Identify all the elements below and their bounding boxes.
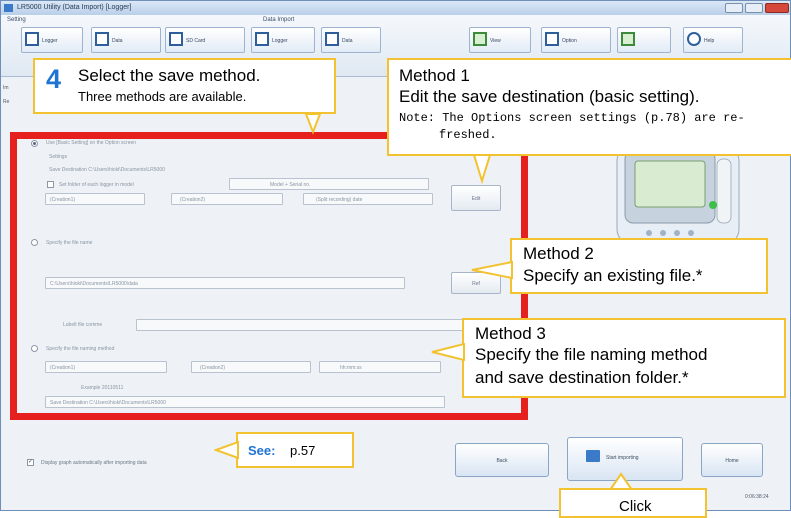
help-button[interactable]: Help	[683, 27, 743, 53]
note-label: Note:	[399, 111, 436, 125]
see-pointer	[214, 440, 239, 460]
step4-pointer	[304, 114, 322, 135]
sd-card-button[interactable]: SD Card	[165, 27, 245, 53]
method1-note: Note: The Options screen settings (p.78)…	[399, 111, 745, 125]
data-import-button[interactable]: Data	[321, 27, 381, 53]
title-bar: LR5000 Utility (Data Import) [Logger]	[1, 1, 790, 15]
method2-callout: Method 2 Specify an existing file.*	[510, 238, 768, 294]
method1-text: Edit the save destination (basic setting…	[399, 87, 700, 106]
data-icon	[95, 32, 109, 46]
data-setting-button[interactable]: Data	[91, 27, 161, 53]
maximize-button[interactable]	[745, 3, 763, 13]
method3-heading: Method 3	[475, 324, 546, 343]
logger-device-illustration	[616, 144, 740, 246]
method3-text2: and save destination folder.*	[475, 368, 689, 387]
method1-pointer	[472, 155, 492, 185]
display-graph-checkbox[interactable]	[27, 458, 34, 466]
extra-icon	[621, 32, 635, 46]
method2-pointer	[471, 260, 513, 280]
method1-note-continued: freshed.	[439, 128, 497, 142]
minimize-button[interactable]	[725, 3, 743, 13]
click-label: Click	[619, 498, 652, 515]
data-import-group-label: Data Import	[263, 17, 295, 23]
data-import-icon	[325, 32, 339, 46]
method1-callout: Method 1 Edit the save destination (basi…	[387, 58, 791, 156]
import-icon	[586, 450, 600, 462]
method3-pointer	[431, 342, 465, 362]
view-icon	[473, 32, 487, 46]
logger-import-icon	[255, 32, 269, 46]
step-title: Select the save method.	[78, 66, 261, 85]
note-text: The Options screen settings (p.78) are r…	[442, 111, 745, 125]
highlight-frame	[10, 132, 528, 420]
logger-icon	[25, 32, 39, 46]
close-button[interactable]	[765, 3, 789, 13]
method1-heading: Method 1	[399, 66, 470, 85]
method2-text: Specify an existing file.*	[523, 266, 703, 285]
extra-button[interactable]	[617, 27, 671, 53]
display-graph-label: Display graph automatically after import…	[41, 460, 147, 466]
method3-text: Specify the file naming method	[475, 345, 708, 364]
method2-heading: Method 2	[523, 244, 594, 263]
option-button[interactable]: Option	[541, 27, 611, 53]
click-callout: Click	[559, 488, 707, 518]
see-page: p.57	[290, 443, 316, 458]
step-subtitle: Three methods are available.	[78, 89, 247, 104]
logger-import-button[interactable]: Logger	[251, 27, 315, 53]
view-button[interactable]: View	[469, 27, 531, 53]
see-callout: See: p.57	[236, 432, 354, 468]
setting-group-label: Setting	[7, 17, 26, 23]
help-icon	[687, 32, 701, 46]
side-label-re: Re	[3, 99, 10, 105]
step-number: 4	[46, 64, 62, 94]
back-button[interactable]: Back	[455, 443, 549, 477]
sd-card-icon	[169, 32, 183, 46]
see-label: See:	[248, 443, 276, 458]
method3-callout: Method 3 Specify the file naming method …	[462, 318, 786, 398]
option-icon	[545, 32, 559, 46]
home-button[interactable]: Home	[701, 443, 763, 477]
logger-setting-button[interactable]: Logger	[21, 27, 83, 53]
time-readout: 0:06:38:24	[745, 494, 769, 500]
side-label-import: Im	[3, 85, 9, 91]
app-icon	[4, 4, 13, 12]
window-title: LR5000 Utility (Data Import) [Logger]	[17, 4, 132, 11]
step4-callout: 4 Select the save method. Three methods …	[33, 58, 336, 114]
